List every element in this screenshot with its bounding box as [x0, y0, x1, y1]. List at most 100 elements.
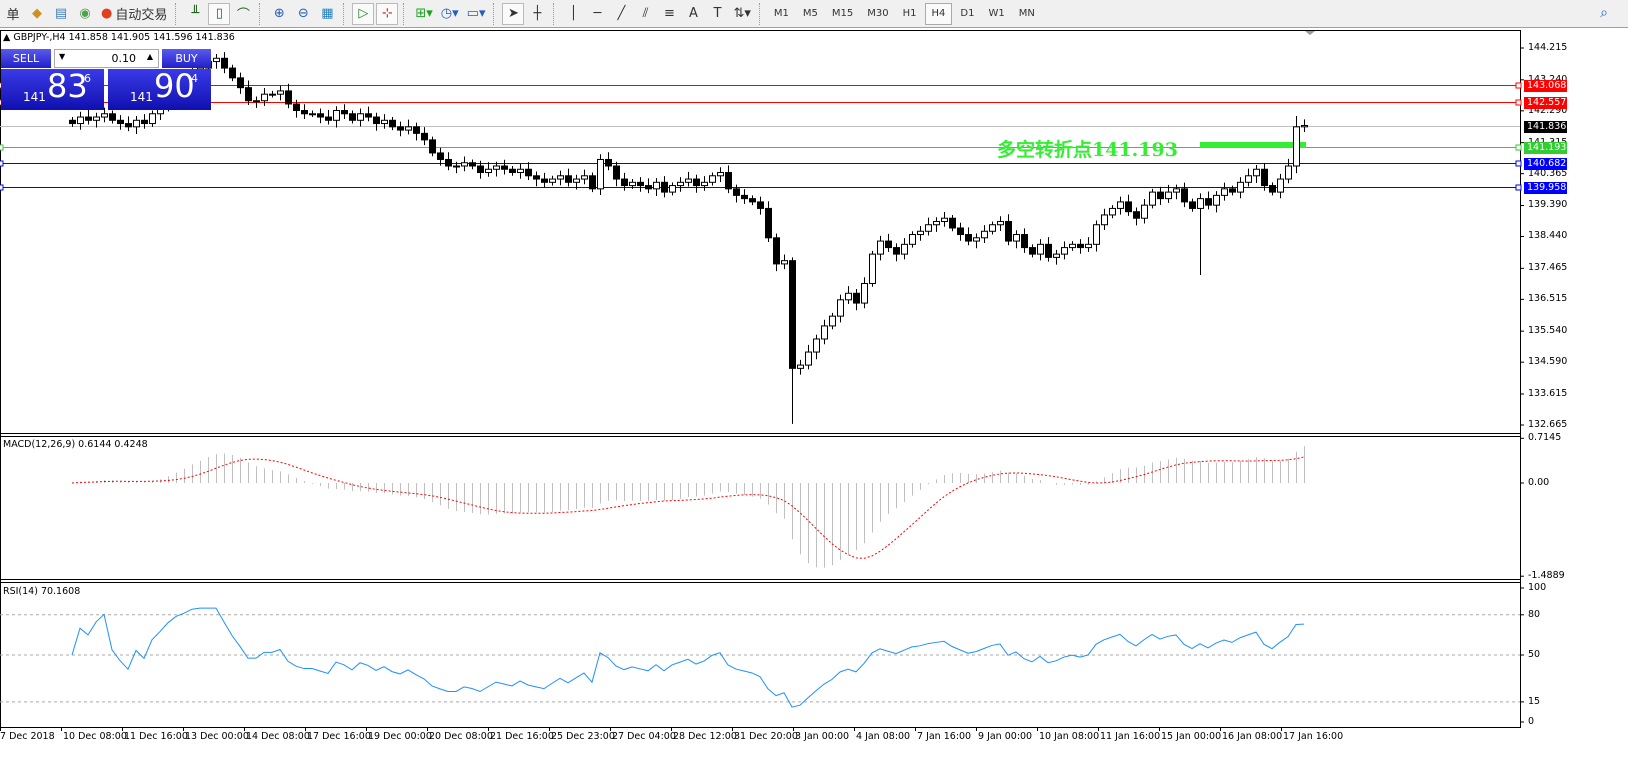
bear-candle: [237, 77, 244, 89]
lot-increase-icon[interactable]: ▲: [147, 52, 153, 61]
bull-candle: [797, 364, 804, 369]
text-label-icon[interactable]: T: [706, 3, 728, 25]
level-handle: [1515, 99, 1522, 106]
collapse-icon[interactable]: ▲: [3, 32, 13, 43]
separator: [758, 2, 763, 25]
fibonacci-icon[interactable]: ≡: [658, 3, 680, 25]
bear-candle: [69, 119, 76, 125]
timeframe-h4[interactable]: H4: [924, 2, 953, 25]
bear-candle: [445, 158, 452, 167]
bull-candle: [1069, 243, 1076, 249]
bear-candle: [525, 168, 532, 177]
bull-candle: [1277, 178, 1284, 193]
bear-candle: [621, 178, 628, 187]
zoom-in-icon[interactable]: ⊕: [268, 3, 290, 25]
symbol-ohlc: GBPJPY-,H4 141.858 141.905 141.596 141.8…: [13, 32, 235, 43]
bear-candle: [413, 126, 420, 134]
macd-label: MACD(12,26,9) 0.6144 0.4248: [3, 439, 148, 450]
folder-icon[interactable]: ◆: [26, 3, 48, 25]
bull-candle: [1085, 243, 1092, 249]
bull-candle: [461, 162, 468, 167]
bar-chart-icon[interactable]: ╨: [184, 3, 206, 25]
candlestick-icon[interactable]: ▯: [208, 2, 231, 25]
bear-candle: [885, 240, 892, 249]
timeframe-m1[interactable]: M1: [768, 3, 795, 25]
profiles-icon[interactable]: ▤: [50, 3, 72, 25]
buy-price[interactable]: 141 90 4: [108, 67, 211, 110]
bull-candle: [813, 338, 820, 353]
autoscroll-icon[interactable]: ▷: [352, 2, 375, 25]
bull-candle: [405, 126, 412, 131]
bull-candle: [701, 181, 708, 187]
buy-button[interactable]: BUY: [162, 49, 211, 68]
bear-candle: [125, 123, 132, 128]
bear-candle: [1029, 247, 1036, 255]
rsi-line: [71, 607, 1305, 708]
bear-candle: [893, 247, 900, 255]
bull-candle: [149, 113, 156, 125]
bull-candle: [717, 172, 724, 177]
chart-border: [0, 30, 1521, 728]
bull-candle: [1061, 247, 1068, 255]
bull-candle: [1013, 234, 1020, 242]
bull-candle: [909, 234, 916, 245]
timeframe-m30[interactable]: M30: [861, 3, 894, 25]
bear-candle: [541, 178, 548, 183]
cursor-icon[interactable]: ➤: [502, 2, 525, 25]
rsi-panel: [0, 587, 1524, 723]
separator: [175, 2, 179, 25]
bear-candle: [373, 116, 380, 125]
bear-candle: [693, 178, 700, 187]
auto-trading-label: 自动交易: [115, 8, 168, 23]
bull-candle: [1173, 188, 1180, 193]
bull-candle: [1253, 168, 1260, 177]
periods-icon[interactable]: ◷▾: [438, 3, 462, 25]
bear-candle: [965, 234, 972, 242]
indicators-icon[interactable]: ⊞▾: [412, 3, 435, 25]
crosshair-icon[interactable]: ┼: [526, 3, 548, 25]
sell-button[interactable]: SELL: [1, 49, 51, 68]
timeframe-mn[interactable]: MN: [1013, 3, 1041, 25]
macd-panel: [71, 437, 1524, 577]
line-chart-icon[interactable]: ⌒: [232, 3, 254, 25]
arrows-icon[interactable]: ⇅▾: [730, 3, 753, 25]
bull-candle: [829, 315, 836, 327]
timeframe-m5[interactable]: M5: [797, 3, 824, 25]
timeframe-h1[interactable]: H1: [897, 3, 923, 25]
bull-candle: [973, 237, 980, 242]
text-icon[interactable]: A: [682, 3, 704, 25]
bear-candle: [765, 207, 772, 239]
chart-shift-marker: [1305, 31, 1315, 35]
sell-price[interactable]: 141 83 6: [1, 67, 104, 110]
bull-candle: [1245, 175, 1252, 183]
bear-candle: [509, 168, 516, 174]
templates-icon[interactable]: ▭▾: [464, 3, 489, 25]
signal-icon[interactable]: ◉: [74, 3, 96, 25]
bear-candle: [389, 119, 396, 128]
lot-decrease-icon[interactable]: ▼: [59, 52, 65, 61]
bear-candle: [757, 201, 764, 209]
bull-candle: [253, 100, 260, 103]
horizontal-line-icon[interactable]: ─: [586, 3, 608, 25]
pivot-annotation[interactable]: 多空转折点141.193: [997, 135, 1178, 162]
bull-candle: [917, 230, 924, 236]
zoom-out-icon[interactable]: ⊖: [292, 3, 314, 25]
equidistant-channel-icon[interactable]: ⫽: [634, 3, 656, 25]
price-chart[interactable]: [0, 0, 1628, 775]
bear-candle: [365, 113, 372, 118]
timeframe-d1[interactable]: D1: [954, 3, 980, 25]
lot-size-field[interactable]: ▼ 0.10 ▲: [54, 49, 159, 68]
auto-trading-button[interactable]: ● 自动交易: [98, 3, 170, 25]
chart-shift-icon[interactable]: ⊹: [376, 2, 399, 25]
menu-char[interactable]: 单: [2, 3, 24, 25]
search-icon[interactable]: ⌕: [1600, 5, 1608, 21]
lot-value[interactable]: 0.10: [112, 52, 137, 65]
separator: [259, 2, 263, 25]
bull-candle: [1101, 214, 1108, 226]
tile-windows-icon[interactable]: ▦: [316, 3, 338, 25]
horizontal-levels: [0, 82, 1522, 191]
timeframe-m15[interactable]: M15: [826, 3, 859, 25]
vertical-line-icon[interactable]: │: [562, 3, 584, 25]
trendline-icon[interactable]: ╱: [610, 3, 632, 25]
timeframe-w1[interactable]: W1: [982, 3, 1010, 25]
